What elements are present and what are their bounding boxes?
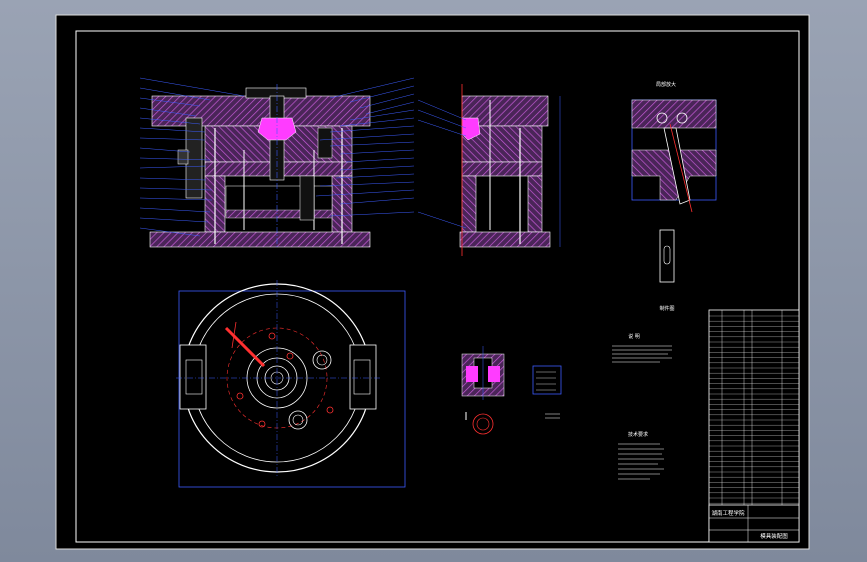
part-caption: 制件图 — [659, 305, 674, 312]
title-block-drawing-title: 模具装配图 — [760, 532, 788, 540]
cad-drawing-canvas: 局部放大 制件图 说 明 技术要求 湖南工程学院 模具装配图 — [55, 14, 810, 550]
notes-heading: 说 明 — [628, 333, 640, 340]
parts-list: 湖南工程学院 模具装配图 — [708, 309, 800, 543]
drawing-sheet — [56, 15, 809, 549]
tech-notes-title: 技术要求 — [628, 431, 648, 438]
title-block-school: 湖南工程学院 — [711, 509, 745, 517]
detail-caption: 局部放大 — [656, 81, 676, 88]
